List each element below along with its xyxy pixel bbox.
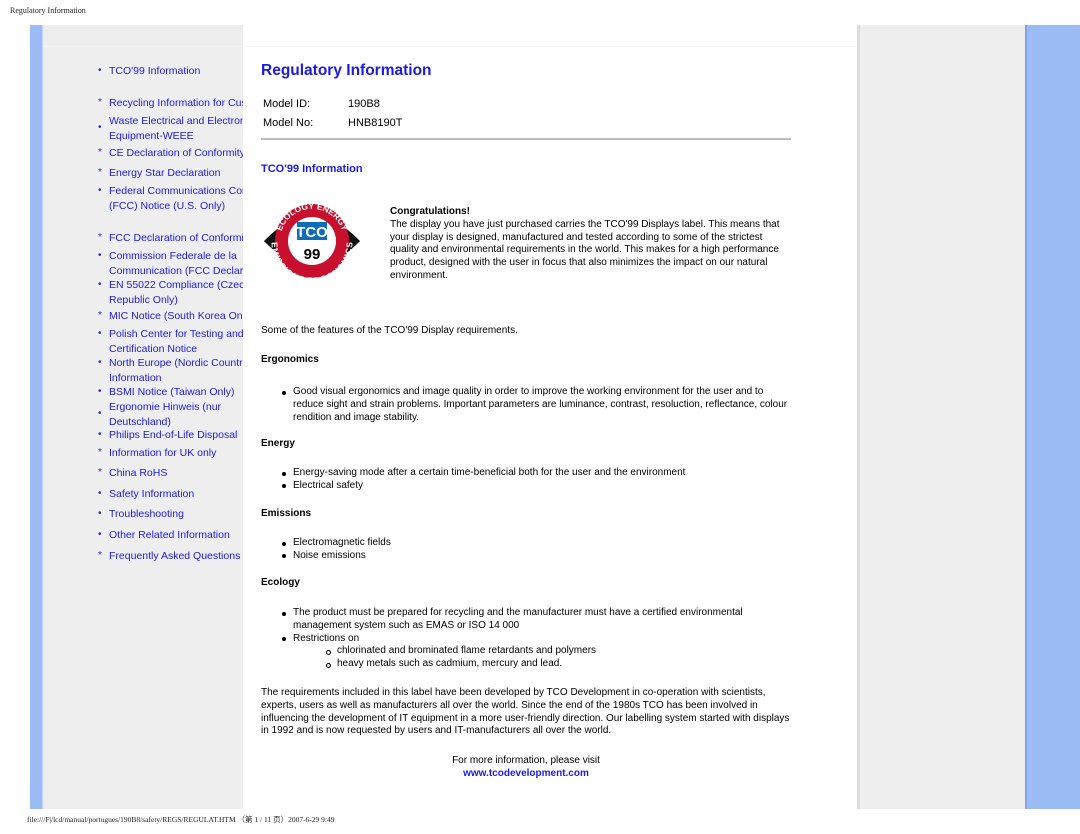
bullet-icon bbox=[282, 484, 286, 489]
top-divider bbox=[43, 46, 855, 47]
bullet-icon: • bbox=[98, 529, 102, 540]
model-id-value: 190B8 bbox=[348, 98, 380, 110]
more-info: For more information, please visit www.t… bbox=[261, 755, 791, 781]
bullet-icon: • bbox=[98, 328, 102, 339]
bullet-icon: * bbox=[98, 147, 102, 158]
logo-center-text: TCO bbox=[296, 224, 328, 241]
bullet-icon: * bbox=[98, 97, 102, 108]
more-info-text: For more information, please visit bbox=[452, 755, 600, 766]
bullet-icon: • bbox=[98, 279, 102, 290]
ecology-heading: Ecology bbox=[261, 577, 300, 588]
bullet-icon: * bbox=[98, 447, 102, 458]
section-title: TCO'99 Information bbox=[261, 163, 363, 175]
bullet-icon: * bbox=[98, 550, 102, 561]
page-title: Regulatory Information bbox=[261, 62, 432, 79]
congrats-body: The display you have just purchased carr… bbox=[390, 218, 780, 281]
bullet-icon: * bbox=[98, 467, 102, 478]
list-item: The product must be prepared for recycli… bbox=[282, 607, 792, 633]
list-item: Electromagnetic fields bbox=[282, 537, 792, 550]
page-header-title: Regulatory Information bbox=[10, 6, 86, 15]
congrats-heading: Congratulations! bbox=[390, 206, 470, 217]
bullet-icon: * bbox=[98, 232, 102, 243]
list-item: Restrictions on chlorinated and brominat… bbox=[282, 633, 792, 671]
list-item: Energy-saving mode after a certain time-… bbox=[282, 467, 792, 480]
bullet-icon: • bbox=[98, 250, 102, 261]
sublist-item: chlorinated and brominated flame retarda… bbox=[326, 645, 792, 658]
congrats-block: Congratulations! The display you have ju… bbox=[390, 206, 790, 283]
circle-bullet-icon bbox=[326, 662, 331, 668]
features-intro: Some of the features of the TCO'99 Displ… bbox=[261, 325, 518, 336]
closing-paragraph: The requirements included in this label … bbox=[261, 687, 790, 737]
bullet-icon bbox=[282, 390, 286, 395]
bullet-icon bbox=[282, 541, 286, 546]
bullet-icon bbox=[282, 554, 286, 559]
bullet-icon: • bbox=[98, 508, 102, 519]
list-item: Good visual ergonomics and image quality… bbox=[282, 386, 792, 424]
right-blue-stripe bbox=[1025, 25, 1080, 809]
bullet-icon: • bbox=[98, 185, 102, 196]
model-no-label: Model No: bbox=[263, 117, 314, 129]
list-item: Noise emissions bbox=[282, 550, 792, 563]
bullet-icon: * bbox=[98, 310, 102, 321]
bullet-icon bbox=[282, 471, 286, 476]
bullet-icon: * bbox=[98, 167, 102, 178]
bullet-icon: • bbox=[98, 408, 102, 419]
bullet-icon: • bbox=[98, 357, 102, 368]
model-id-label: Model ID: bbox=[263, 98, 311, 110]
energy-list: Energy-saving mode after a certain time-… bbox=[282, 467, 792, 493]
tco99-logo-icon: ECOLOGY ENERGY EMISSIONS ERGONOMICS TCO … bbox=[264, 201, 360, 281]
emissions-heading: Emissions bbox=[261, 508, 312, 519]
left-decorative-stripe bbox=[30, 25, 43, 809]
logo-number: 99 bbox=[304, 246, 321, 263]
bullet-icon: • bbox=[98, 386, 102, 397]
energy-heading: Energy bbox=[261, 438, 295, 449]
ecology-list: The product must be prepared for recycli… bbox=[282, 607, 792, 671]
bullet-icon: • bbox=[98, 429, 102, 440]
ecology-sublist: chlorinated and brominated flame retarda… bbox=[293, 645, 792, 671]
bullet-icon: • bbox=[98, 65, 102, 76]
model-no-value: HNB8190T bbox=[348, 117, 403, 129]
bullet-icon bbox=[282, 637, 286, 642]
section-divider bbox=[261, 138, 791, 140]
circle-bullet-icon bbox=[326, 649, 331, 655]
ergonomics-list: Good visual ergonomics and image quality… bbox=[282, 386, 792, 424]
page-footer-path: file:///F|/lcd/manual/portugues/190B8/sa… bbox=[27, 815, 335, 824]
list-item: Electrical safety bbox=[282, 480, 792, 493]
right-grey-panel bbox=[857, 25, 1025, 809]
tco-website-link[interactable]: www.tcodevelopment.com bbox=[463, 768, 589, 779]
bullet-icon bbox=[282, 611, 286, 616]
emissions-list: Electromagnetic fields Noise emissions bbox=[282, 537, 792, 563]
sidebar: • TCO'99 Information * Recycling Informati… bbox=[43, 25, 286, 809]
sidebar-link[interactable]: Ergonomie Hinweis (nur Deutschland) bbox=[109, 400, 239, 429]
ergonomics-heading: Ergonomics bbox=[261, 354, 319, 365]
bullet-icon: • bbox=[98, 488, 102, 499]
sublist-item: heavy metals such as cadmium, mercury an… bbox=[326, 658, 792, 671]
bullet-icon: • bbox=[98, 122, 102, 133]
